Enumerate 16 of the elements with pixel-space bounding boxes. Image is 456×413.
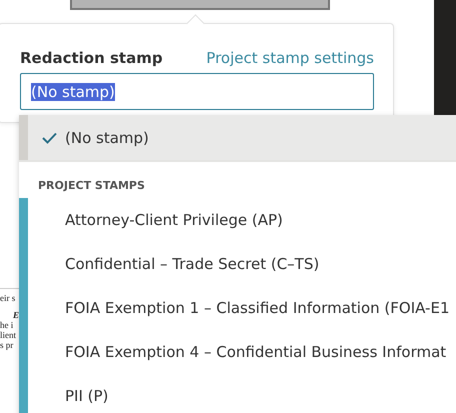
dropdown-option[interactable]: PII (P): [28, 374, 456, 413]
settings-link[interactable]: Project stamp settings: [206, 49, 374, 67]
dropdown-option[interactable]: (No stamp): [19, 115, 456, 160]
document-text: he i: [0, 320, 14, 330]
dropdown-option[interactable]: FOIA Exemption 4 – Confidential Business Informat: [28, 330, 456, 374]
dropdown-option[interactable]: Confidential – Trade Secret (C–TS): [28, 242, 456, 286]
dropdown-option[interactable]: FOIA Exemption 1 – Classified Information (FOIA-E1: [28, 286, 456, 330]
checkmark-icon: [42, 132, 57, 144]
document-text: E: [12, 310, 19, 320]
field-label: Redaction stamp: [20, 49, 163, 67]
dropdown-option[interactable]: Attorney-Client Privilege (AP): [28, 198, 456, 242]
document-text: s pr: [0, 340, 14, 350]
group-header: PROJECT STAMPS: [19, 160, 456, 198]
document-text: lient: [0, 330, 17, 340]
document-text: eir s: [0, 293, 16, 303]
stamp-input-field[interactable]: (No stamp): [20, 73, 374, 110]
